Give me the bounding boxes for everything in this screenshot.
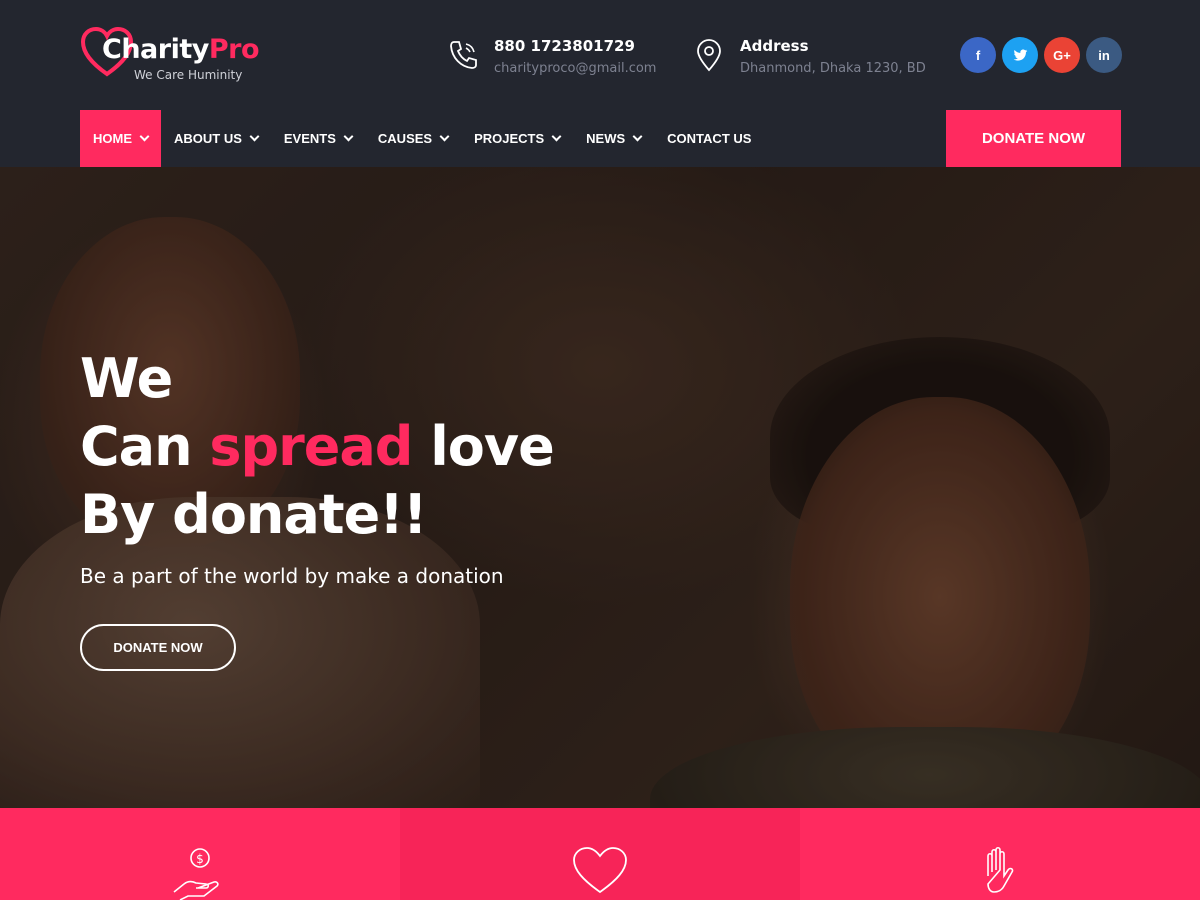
chevron-down-icon [343,131,354,142]
feature-donate[interactable]: $ [0,808,400,900]
main-nav: HOME ABOUT US EVENTS CAUSES PROJECTS NEW… [80,110,764,167]
raised-hand-icon [987,846,1014,893]
hand-coin-icon: $ [173,848,219,900]
feature-love[interactable] [400,808,800,900]
hero-heading: We Can spread love By donate!! [80,347,555,546]
chevron-down-icon [439,131,450,142]
brand-tagline: We Care Huminity [134,68,243,82]
chevron-down-icon [249,131,260,142]
donate-now-button[interactable]: DONATE NOW [946,110,1121,167]
address-text: Dhanmond, Dhaka 1230, BD [740,61,926,76]
address-contact: Address Dhanmond, Dhaka 1230, BD [694,36,944,80]
hero-banner: We Can spread love By donate!! Be a part… [0,167,1200,808]
nav-item-events[interactable]: EVENTS [271,110,365,167]
chevron-down-icon [632,131,643,142]
location-pin-icon [697,39,721,72]
nav-item-causes[interactable]: CAUSES [365,110,461,167]
hero-donate-button[interactable]: DONATE NOW [80,624,236,671]
phone-number[interactable]: 880 1723801729 [494,37,635,55]
linkedin-icon[interactable]: in [1086,37,1122,73]
google-plus-icon[interactable]: G+ [1044,37,1080,73]
logo[interactable]: CharityPro We Care Huminity [80,26,270,86]
twitter-icon[interactable] [1002,37,1038,73]
phone-icon [450,41,477,69]
facebook-icon[interactable]: f [960,37,996,73]
feature-volunteer[interactable] [800,808,1200,900]
social-links: f G+ in [960,37,1122,73]
brand-name: CharityPro [102,34,260,65]
address-label: Address [740,37,809,55]
chevron-down-icon [551,131,562,142]
header: CharityPro We Care Huminity 880 17238017… [0,0,1200,110]
nav-item-projects[interactable]: PROJECTS [461,110,573,167]
feature-strip: $ [0,808,1200,900]
svg-text:$: $ [196,852,204,866]
nav-item-home[interactable]: HOME [80,110,161,167]
nav-item-news[interactable]: NEWS [573,110,654,167]
email-address[interactable]: charityproco@gmail.com [494,61,656,76]
phone-contact: 880 1723801729 charityproco@gmail.com [448,36,678,80]
nav-item-contact-us[interactable]: CONTACT US [654,110,764,167]
heart-icon [573,847,627,894]
hero-subtitle: Be a part of the world by make a donatio… [80,564,504,588]
chevron-down-icon [139,131,150,142]
nav-item-about-us[interactable]: ABOUT US [161,110,271,167]
